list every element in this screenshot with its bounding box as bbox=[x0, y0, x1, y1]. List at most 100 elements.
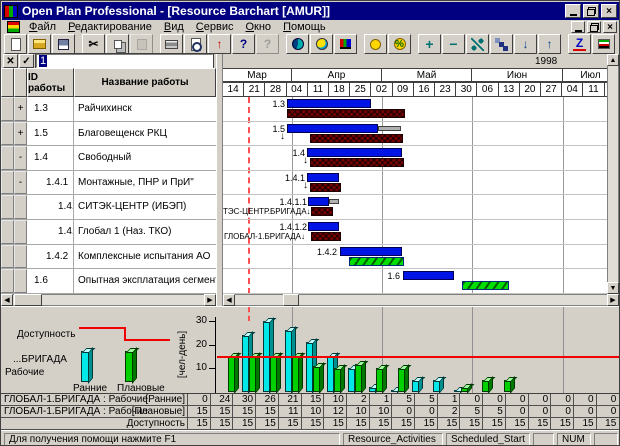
early-bar[interactable] bbox=[308, 197, 329, 206]
cell-activity-name[interactable]: Монтажные, ПНР и ПрИ" bbox=[74, 171, 216, 195]
new-button[interactable] bbox=[4, 34, 27, 54]
menu-help[interactable]: Помощь bbox=[277, 21, 332, 34]
cell-activity-name[interactable]: Благовещенск РКЦ bbox=[74, 122, 216, 146]
mdi-close-button[interactable]: × bbox=[603, 21, 617, 33]
restore-button[interactable] bbox=[583, 4, 599, 18]
row-toggle[interactable]: + bbox=[14, 122, 27, 146]
copy-button[interactable] bbox=[106, 34, 129, 54]
baseline-bar[interactable] bbox=[287, 109, 405, 118]
print-preview-button[interactable] bbox=[184, 34, 207, 54]
row-toggle[interactable]: + bbox=[14, 97, 27, 121]
gantt-scroll-thumb[interactable] bbox=[283, 294, 299, 306]
document-icon[interactable] bbox=[7, 21, 20, 33]
cell-activity-name[interactable]: Райчихинск bbox=[74, 97, 216, 121]
row-selector[interactable] bbox=[1, 146, 14, 170]
cost-button[interactable] bbox=[364, 34, 387, 54]
remove-button[interactable]: − bbox=[442, 34, 465, 54]
zoom-z-button[interactable]: Z bbox=[568, 34, 591, 54]
row-selector[interactable] bbox=[1, 245, 14, 269]
row-selector[interactable] bbox=[1, 195, 14, 219]
corner-header-cell[interactable] bbox=[1, 68, 14, 97]
menu-file[interactable]: Файл bbox=[23, 21, 62, 34]
barchart-button[interactable] bbox=[334, 34, 357, 54]
app-icon[interactable] bbox=[4, 5, 18, 18]
early-bar[interactable] bbox=[287, 124, 378, 133]
toggle-header-cell[interactable] bbox=[14, 68, 27, 97]
table-row[interactable]: 1.4.1Глобал 1 (Наз. ТКО) bbox=[1, 220, 216, 245]
baseline-bar[interactable] bbox=[310, 158, 404, 167]
early-bar[interactable] bbox=[307, 148, 402, 157]
percent-button[interactable]: % bbox=[388, 34, 411, 54]
row-toggle[interactable] bbox=[14, 220, 27, 244]
table-scroll-right-button[interactable]: ▶ bbox=[204, 294, 216, 306]
row-toggle[interactable] bbox=[14, 245, 27, 269]
close-button[interactable]: × bbox=[601, 4, 617, 18]
scheduled-bar[interactable] bbox=[349, 257, 404, 266]
scheduled-bar[interactable] bbox=[462, 281, 509, 290]
steps-button[interactable] bbox=[490, 34, 513, 54]
cell-activity-name[interactable]: Комплексные испытания АО bbox=[74, 245, 216, 269]
float-bar[interactable] bbox=[329, 199, 339, 204]
gantt-scroll-right-button[interactable]: ▶ bbox=[607, 294, 619, 306]
row-toggle[interactable]: - bbox=[14, 146, 27, 170]
mdi-minimize-button[interactable] bbox=[571, 21, 585, 33]
table-scroll-thumb[interactable] bbox=[14, 294, 42, 306]
early-bar[interactable] bbox=[403, 271, 454, 280]
mdi-restore-button[interactable] bbox=[587, 21, 601, 33]
column-header-name[interactable]: Название работы bbox=[74, 68, 216, 97]
cell-activity-id[interactable]: 1.4 bbox=[27, 146, 74, 170]
move-down-button[interactable]: ↓ bbox=[514, 34, 537, 54]
menu-view[interactable]: Вид bbox=[158, 21, 190, 34]
row-toggle[interactable]: - bbox=[14, 171, 27, 195]
cancel-edit-button[interactable]: ✕ bbox=[3, 54, 18, 68]
baseline-bar[interactable] bbox=[311, 232, 341, 241]
print-button[interactable] bbox=[160, 34, 183, 54]
menu-tools[interactable]: Сервис bbox=[190, 21, 240, 34]
gantt-scroll-left-button[interactable]: ◀ bbox=[223, 294, 235, 306]
cell-activity-id[interactable]: 1.5 bbox=[27, 122, 74, 146]
table-scroll-left-button[interactable]: ◀ bbox=[1, 294, 13, 306]
table-row[interactable]: +1.5Благовещенск РКЦ bbox=[1, 122, 216, 147]
add-button[interactable]: + bbox=[418, 34, 441, 54]
baseline-bar[interactable] bbox=[310, 183, 341, 192]
early-bar[interactable] bbox=[308, 222, 339, 231]
cell-edit-input[interactable]: 1 bbox=[36, 54, 213, 68]
open-button[interactable] bbox=[28, 34, 51, 54]
resource-analysis-button[interactable] bbox=[310, 34, 333, 54]
row-selector[interactable] bbox=[1, 122, 14, 146]
vertical-scrollbar[interactable] bbox=[607, 54, 619, 294]
histogram-table-button[interactable] bbox=[592, 34, 615, 54]
row-selector[interactable] bbox=[1, 269, 14, 293]
pane-splitter[interactable] bbox=[216, 54, 223, 306]
cell-activity-id[interactable]: 1.4.1 bbox=[27, 195, 74, 219]
move-up-button[interactable]: ↑ bbox=[538, 34, 561, 54]
cell-activity-id[interactable]: 1.4.2 bbox=[27, 245, 74, 269]
cell-activity-id[interactable]: 1.6 bbox=[27, 269, 74, 293]
table-row[interactable]: +1.3Райчихинск bbox=[1, 97, 216, 122]
cell-activity-name[interactable]: СИТЭК-ЦЕНТР (ИБЭП) bbox=[74, 195, 216, 219]
menu-edit[interactable]: Редактирование bbox=[62, 21, 158, 34]
row-selector[interactable] bbox=[1, 97, 14, 121]
baseline-bar[interactable] bbox=[310, 134, 403, 143]
row-selector[interactable] bbox=[1, 171, 14, 195]
row-toggle[interactable] bbox=[14, 269, 27, 293]
save-button[interactable] bbox=[52, 34, 75, 54]
row-toggle[interactable] bbox=[14, 195, 27, 219]
row-selector[interactable] bbox=[1, 220, 14, 244]
menu-window[interactable]: Окно bbox=[239, 21, 277, 34]
cell-activity-name[interactable]: Глобал 1 (Наз. ТКО) bbox=[74, 220, 216, 244]
cut-button[interactable]: ✂ bbox=[82, 34, 105, 54]
cell-activity-name[interactable]: Опытная эксплатация сегмента bbox=[74, 269, 216, 293]
minimize-button[interactable] bbox=[565, 4, 581, 18]
accept-edit-button[interactable]: ✓ bbox=[19, 54, 34, 68]
cell-activity-id[interactable]: 1.4.1 bbox=[27, 220, 74, 244]
table-row[interactable]: 1.4.1СИТЭК-ЦЕНТР (ИБЭП) bbox=[1, 195, 216, 220]
baseline-bar[interactable] bbox=[311, 207, 333, 216]
table-row[interactable]: -1.4Свободный bbox=[1, 146, 216, 171]
early-bar[interactable] bbox=[287, 99, 371, 108]
table-row[interactable]: 1.6Опытная эксплатация сегмента bbox=[1, 269, 216, 294]
table-row[interactable]: 1.4.2Комплексные испытания АО bbox=[1, 245, 216, 270]
cell-activity-id[interactable]: 1.3 bbox=[27, 97, 74, 121]
float-bar[interactable] bbox=[378, 126, 401, 131]
column-header-id[interactable]: ID работы bbox=[27, 68, 74, 97]
